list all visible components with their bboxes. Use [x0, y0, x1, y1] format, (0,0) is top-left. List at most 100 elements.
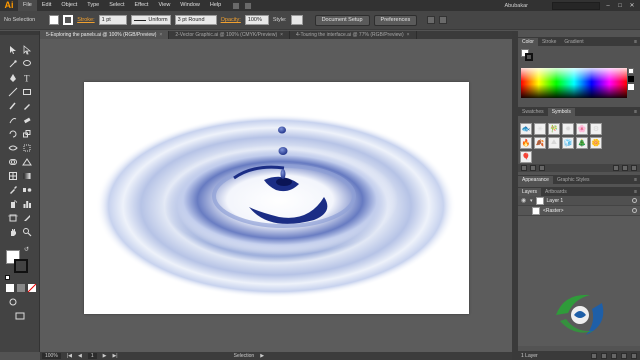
- scale-tool-icon[interactable]: [22, 129, 32, 139]
- clipping-mask-icon[interactable]: [601, 352, 607, 359]
- stroke-swatch[interactable]: [63, 15, 74, 25]
- layer-row[interactable]: ◉ ▾ Layer 1: [518, 196, 640, 206]
- symbol-fish[interactable]: 🐟: [520, 123, 532, 135]
- column-graph-tool-icon[interactable]: [22, 199, 32, 209]
- selection-tool-icon[interactable]: [8, 45, 18, 55]
- menu-select[interactable]: Select: [104, 0, 129, 11]
- tools-panel-header[interactable]: [0, 31, 39, 35]
- close-icon[interactable]: ×: [407, 32, 410, 38]
- blend-tool-icon[interactable]: [22, 185, 32, 195]
- none-swatch[interactable]: [628, 68, 634, 74]
- panel-menu-icon[interactable]: ≡: [634, 188, 640, 196]
- symbol-options-icon[interactable]: [613, 165, 619, 171]
- tab-touring-interface[interactable]: 4-Touring the interface.ai @ 77% (RGB/Pr…: [290, 31, 417, 39]
- black-swatch[interactable]: [628, 76, 634, 82]
- symbol-sparkle[interactable]: ✳: [534, 123, 546, 135]
- rectangle-tool-icon[interactable]: [22, 87, 32, 97]
- transform-icon[interactable]: [439, 16, 448, 24]
- expand-arrow-icon[interactable]: ▾: [530, 198, 533, 204]
- symbol-fire[interactable]: 🔥: [520, 137, 532, 149]
- zoom-tool-icon[interactable]: [22, 227, 32, 237]
- free-transform-tool-icon[interactable]: [22, 143, 32, 153]
- layer-target-icon[interactable]: [632, 198, 637, 203]
- artboard-number[interactable]: 1: [87, 353, 97, 359]
- swap-colors-icon[interactable]: ↺: [24, 247, 30, 253]
- screen-mode-icon[interactable]: [15, 311, 25, 321]
- width-tool-icon[interactable]: [8, 143, 18, 153]
- workspace-user[interactable]: Abubakar: [504, 3, 528, 9]
- gradient-mode-icon[interactable]: [16, 283, 26, 293]
- menu-edit[interactable]: Edit: [37, 0, 56, 11]
- lasso-tool-icon[interactable]: [22, 59, 32, 69]
- artboard-tool-icon[interactable]: [8, 213, 18, 223]
- status-menu-icon[interactable]: ▶: [260, 353, 264, 359]
- menu-help[interactable]: Help: [205, 0, 226, 11]
- symbol-flower[interactable]: 🌸: [576, 123, 588, 135]
- symbol-grass[interactable]: 🎋: [548, 123, 560, 135]
- menu-effect[interactable]: Effect: [130, 0, 154, 11]
- tab-layers[interactable]: Layers: [518, 188, 542, 196]
- none-mode-icon[interactable]: [27, 283, 37, 293]
- break-link-icon[interactable]: [539, 165, 545, 171]
- stroke-indicator[interactable]: [525, 53, 533, 61]
- symbol-daisy[interactable]: 🌼: [590, 137, 602, 149]
- tab-swatches[interactable]: Swatches: [518, 108, 548, 116]
- preferences-button[interactable]: Preferences: [373, 14, 418, 26]
- close-icon[interactable]: ×: [280, 32, 283, 38]
- mesh-tool-icon[interactable]: [8, 171, 18, 181]
- style-dropdown[interactable]: [290, 15, 303, 25]
- panel-menu-icon[interactable]: ≡: [634, 176, 640, 184]
- direct-selection-tool-icon[interactable]: [22, 45, 32, 55]
- menu-view[interactable]: View: [153, 0, 175, 11]
- align-icon[interactable]: [427, 16, 436, 24]
- perspective-grid-tool-icon[interactable]: [22, 157, 32, 167]
- gradient-tool-icon[interactable]: [22, 171, 32, 181]
- canvas-workspace[interactable]: [40, 39, 512, 352]
- white-swatch[interactable]: [628, 84, 634, 90]
- magic-wand-tool-icon[interactable]: [8, 59, 18, 69]
- water-ripple-artwork[interactable]: [84, 82, 469, 314]
- eye-icon[interactable]: ◉: [521, 198, 527, 204]
- place-symbol-icon[interactable]: [530, 165, 536, 171]
- menu-window[interactable]: Window: [175, 0, 205, 11]
- new-sublayer-icon[interactable]: [611, 352, 617, 359]
- opacity-label[interactable]: Opacity:: [221, 17, 241, 23]
- close-button[interactable]: ✕: [628, 2, 636, 10]
- tab-graphic-styles[interactable]: Graphic Styles: [553, 176, 594, 184]
- color-spectrum[interactable]: [521, 68, 627, 98]
- stroke-color-box[interactable]: [14, 259, 28, 273]
- stroke-label[interactable]: Stroke:: [77, 17, 94, 23]
- tab-color[interactable]: Color: [518, 38, 538, 46]
- first-artboard-icon[interactable]: |◀: [67, 353, 72, 359]
- menu-object[interactable]: Object: [56, 0, 82, 11]
- fill-swatch[interactable]: [49, 15, 60, 25]
- symbol-balloon[interactable]: 🎈: [520, 151, 532, 163]
- paintbrush-tool-icon[interactable]: [8, 101, 18, 111]
- delete-layer-icon[interactable]: [631, 352, 637, 359]
- symbol-ice[interactable]: 🧊: [562, 137, 574, 149]
- previous-artboard-icon[interactable]: ◀: [78, 353, 82, 359]
- zoom-level[interactable]: 100%: [42, 353, 61, 359]
- last-artboard-icon[interactable]: ▶|: [112, 353, 117, 359]
- tab-artboards[interactable]: Artboards: [541, 188, 571, 196]
- stroke-profile-dropdown[interactable]: Uniform: [130, 15, 171, 25]
- symbol-tree[interactable]: 🎄: [576, 137, 588, 149]
- menu-file[interactable]: File: [18, 0, 37, 11]
- next-artboard-icon[interactable]: ▶: [103, 353, 107, 359]
- artboard[interactable]: [84, 82, 469, 314]
- minimize-button[interactable]: –: [604, 2, 612, 10]
- pen-tool-icon[interactable]: [8, 73, 18, 83]
- tab-gradient[interactable]: Gradient: [560, 38, 587, 46]
- line-tool-icon[interactable]: [8, 87, 18, 97]
- eyedropper-tool-icon[interactable]: [8, 185, 18, 195]
- type-tool-icon[interactable]: T: [22, 73, 32, 84]
- panel-menu-icon[interactable]: ≡: [634, 108, 640, 116]
- pencil-tool-icon[interactable]: [22, 101, 32, 111]
- tab-exploring-panels[interactable]: 5-Exploring the panels.ai @ 100% (RGB/Pr…: [40, 31, 170, 39]
- rotate-tool-icon[interactable]: [8, 129, 18, 139]
- document-setup-button[interactable]: Document Setup: [314, 14, 370, 26]
- symbol-burst[interactable]: ✸: [562, 123, 574, 135]
- arrange-documents-icon[interactable]: [244, 1, 253, 10]
- default-colors-icon[interactable]: [5, 275, 10, 280]
- symbol-mountain[interactable]: ⛰: [548, 137, 560, 149]
